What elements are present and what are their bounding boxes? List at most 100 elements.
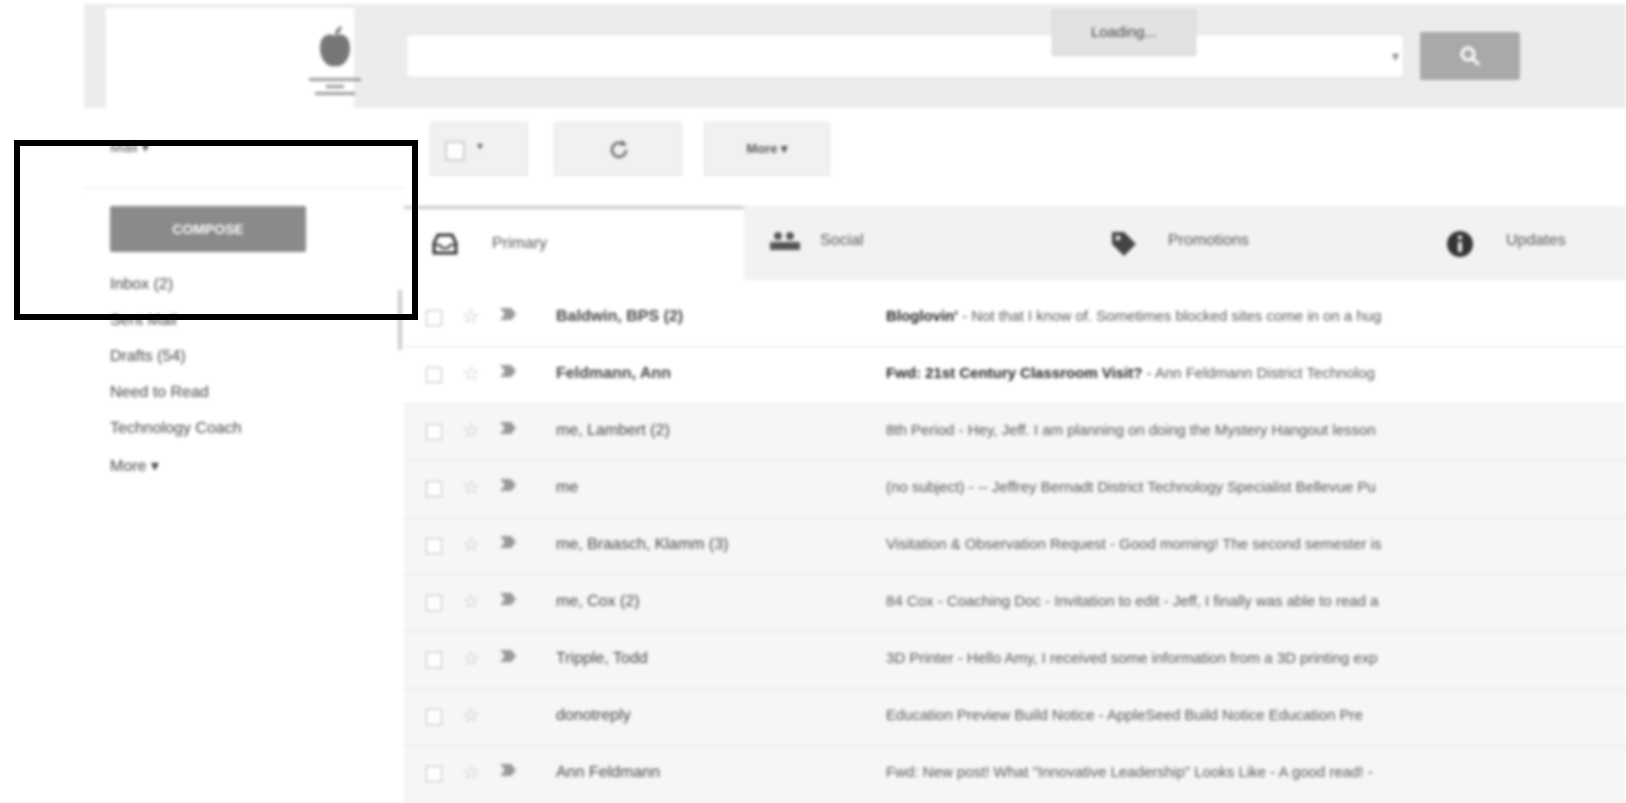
tab-promotions-label: Promotions <box>1168 232 1249 249</box>
star-icon[interactable]: ☆ <box>462 760 480 785</box>
row-checkbox[interactable] <box>426 481 442 497</box>
row-checkbox[interactable] <box>426 766 442 782</box>
inbox-icon <box>432 233 458 255</box>
refresh-button[interactable] <box>554 122 682 176</box>
more-button[interactable]: More ▾ <box>704 122 830 176</box>
star-icon[interactable]: ☆ <box>462 304 480 329</box>
email-sender: Feldmann, Ann <box>556 365 671 382</box>
email-subject: Fwd: 21st Century Classroom Visit? <box>886 365 1143 382</box>
email-subject: Visitation & Observation Request <box>886 536 1106 553</box>
tab-social-label: Social <box>820 232 864 249</box>
email-snippet: - -- Jeffrey Bernadt District Technology… <box>964 479 1376 496</box>
important-marker-icon[interactable] <box>500 650 516 662</box>
email-subject: Education Preview Build Notice <box>886 707 1095 724</box>
important-marker-icon[interactable] <box>500 422 516 434</box>
logo[interactable] <box>106 8 361 108</box>
info-icon <box>1447 231 1473 257</box>
row-checkbox[interactable] <box>426 538 442 554</box>
email-subject: Bloglovin' <box>886 308 958 325</box>
sidebar-item-drafts[interactable]: Drafts (54) <box>110 348 186 366</box>
important-marker-icon[interactable] <box>500 536 516 548</box>
chevron-down-icon: ▾ <box>477 139 484 153</box>
search-button[interactable] <box>1420 32 1520 80</box>
checkbox-icon <box>445 141 465 161</box>
loading-indicator: Loading... <box>1052 10 1196 56</box>
email-subject-snippet: Fwd: New post! What "Innovative Leadersh… <box>886 764 1616 781</box>
email-sender: Baldwin, BPS (2) <box>556 308 684 325</box>
star-icon[interactable]: ☆ <box>462 703 480 728</box>
important-marker-icon[interactable] <box>500 764 516 776</box>
important-marker-icon[interactable] <box>500 308 516 320</box>
tab-primary-label: Primary <box>492 235 548 252</box>
email-subject: 3D Printer <box>886 650 954 667</box>
sidebar-item-need-to-read[interactable]: Need to Read <box>110 384 209 402</box>
email-snippet: - Invitation to edit - Jeff, I finally w… <box>1041 593 1379 610</box>
email-sender: Tripple, Todd <box>556 650 648 667</box>
tab-primary[interactable]: Primary <box>404 206 744 280</box>
tab-updates[interactable]: Updates <box>1424 206 1626 280</box>
row-checkbox[interactable] <box>426 424 442 440</box>
highlight-annotation-box <box>14 140 418 320</box>
email-subject-snippet: 3D Printer - Hello Amy, I received some … <box>886 650 1616 667</box>
email-sender: me, Lambert (2) <box>556 422 670 439</box>
email-subject: 8th Period <box>886 422 955 439</box>
star-icon[interactable]: ☆ <box>462 532 480 557</box>
email-subject: 84 Cox - Coaching Doc <box>886 593 1042 610</box>
search-input[interactable] <box>406 34 1404 78</box>
email-sender: donotreply <box>556 707 631 724</box>
email-subject-snippet: Fwd: 21st Century Classroom Visit? - Ann… <box>886 365 1616 382</box>
email-snippet: - Not that I know of. Sometimes blocked … <box>957 308 1382 325</box>
email-snippet: - Hello Amy, I received some information… <box>953 650 1378 667</box>
refresh-icon <box>610 140 628 159</box>
email-row[interactable]: ☆ Tripple, Todd 3D Printer - Hello Amy, … <box>404 632 1626 689</box>
email-snippet: - Hey, Jeff. I am planning on doing the … <box>954 422 1376 439</box>
email-row[interactable]: ☆ Baldwin, BPS (2) Bloglovin' - Not that… <box>404 290 1626 347</box>
email-snippet: - Good morning! The second semester is <box>1105 536 1382 553</box>
important-marker-icon[interactable] <box>500 365 516 377</box>
email-snippet: - Ann Feldmann District Technolog <box>1142 365 1375 382</box>
row-checkbox[interactable] <box>426 595 442 611</box>
email-row[interactable]: ☆ Ann Feldmann Fwd: New post! What "Inno… <box>404 746 1626 803</box>
email-subject-snippet: Education Preview Build Notice - AppleSe… <box>886 707 1616 724</box>
people-icon <box>770 232 800 250</box>
email-row[interactable]: ☆ me, Braasch, Klamm (3) Visitation & Ob… <box>404 518 1626 575</box>
logo-caption <box>302 74 368 104</box>
sidebar-item-technology-coach[interactable]: Technology Coach <box>110 420 242 438</box>
email-subject-snippet: 84 Cox - Coaching Doc - Invitation to ed… <box>886 593 1616 610</box>
row-checkbox[interactable] <box>426 310 442 326</box>
email-row[interactable]: ☆ donotreply Education Preview Build Not… <box>404 689 1626 746</box>
email-snippet: - AppleSeed Build Notice Education Pre <box>1094 707 1363 724</box>
row-checkbox[interactable] <box>426 652 442 668</box>
gmail-window: ▾ Loading... Mail ▾ COMPOSE Inbox (2) Se… <box>0 0 1626 803</box>
email-row[interactable]: ☆ me, Lambert (2) 8th Period - Hey, Jeff… <box>404 404 1626 461</box>
important-marker-icon[interactable] <box>500 479 516 491</box>
email-sender: me <box>556 479 579 496</box>
important-marker-icon[interactable] <box>500 593 516 605</box>
search-icon <box>1460 46 1481 67</box>
tag-icon <box>1112 232 1136 256</box>
row-checkbox[interactable] <box>426 709 442 725</box>
tab-updates-label: Updates <box>1506 232 1566 249</box>
row-checkbox[interactable] <box>426 367 442 383</box>
email-row[interactable]: ☆ me, Cox (2) 84 Cox - Coaching Doc - In… <box>404 575 1626 632</box>
email-subject-snippet: Bloglovin' - Not that I know of. Sometim… <box>886 308 1616 325</box>
email-subject: Fwd: New post! What "Innovative Leadersh… <box>886 764 1267 781</box>
email-row[interactable]: ☆ Feldmann, Ann Fwd: 21st Century Classr… <box>404 347 1626 404</box>
email-sender: me, Braasch, Klamm (3) <box>556 536 729 553</box>
tab-promotions[interactable]: Promotions <box>1084 206 1424 280</box>
star-icon[interactable]: ☆ <box>462 418 480 443</box>
star-icon[interactable]: ☆ <box>462 646 480 671</box>
select-checkbox-button[interactable]: ▾ <box>430 122 528 176</box>
important-marker-icon[interactable] <box>500 707 516 719</box>
tab-social[interactable]: Social <box>744 206 1084 280</box>
email-snippet: - A good read! - <box>1266 764 1373 781</box>
email-row[interactable]: ☆ me (no subject) - -- Jeffrey Bernadt D… <box>404 461 1626 518</box>
star-icon[interactable]: ☆ <box>462 475 480 500</box>
star-icon[interactable]: ☆ <box>462 361 480 386</box>
star-icon[interactable]: ☆ <box>462 589 480 614</box>
email-sender: Ann Feldmann <box>556 764 661 781</box>
search-options-chevron-icon[interactable]: ▾ <box>1392 48 1399 65</box>
email-subject-snippet: Visitation & Observation Request - Good … <box>886 536 1616 553</box>
email-sender: me, Cox (2) <box>556 593 640 610</box>
sidebar-item-more[interactable]: More ▾ <box>110 456 159 476</box>
